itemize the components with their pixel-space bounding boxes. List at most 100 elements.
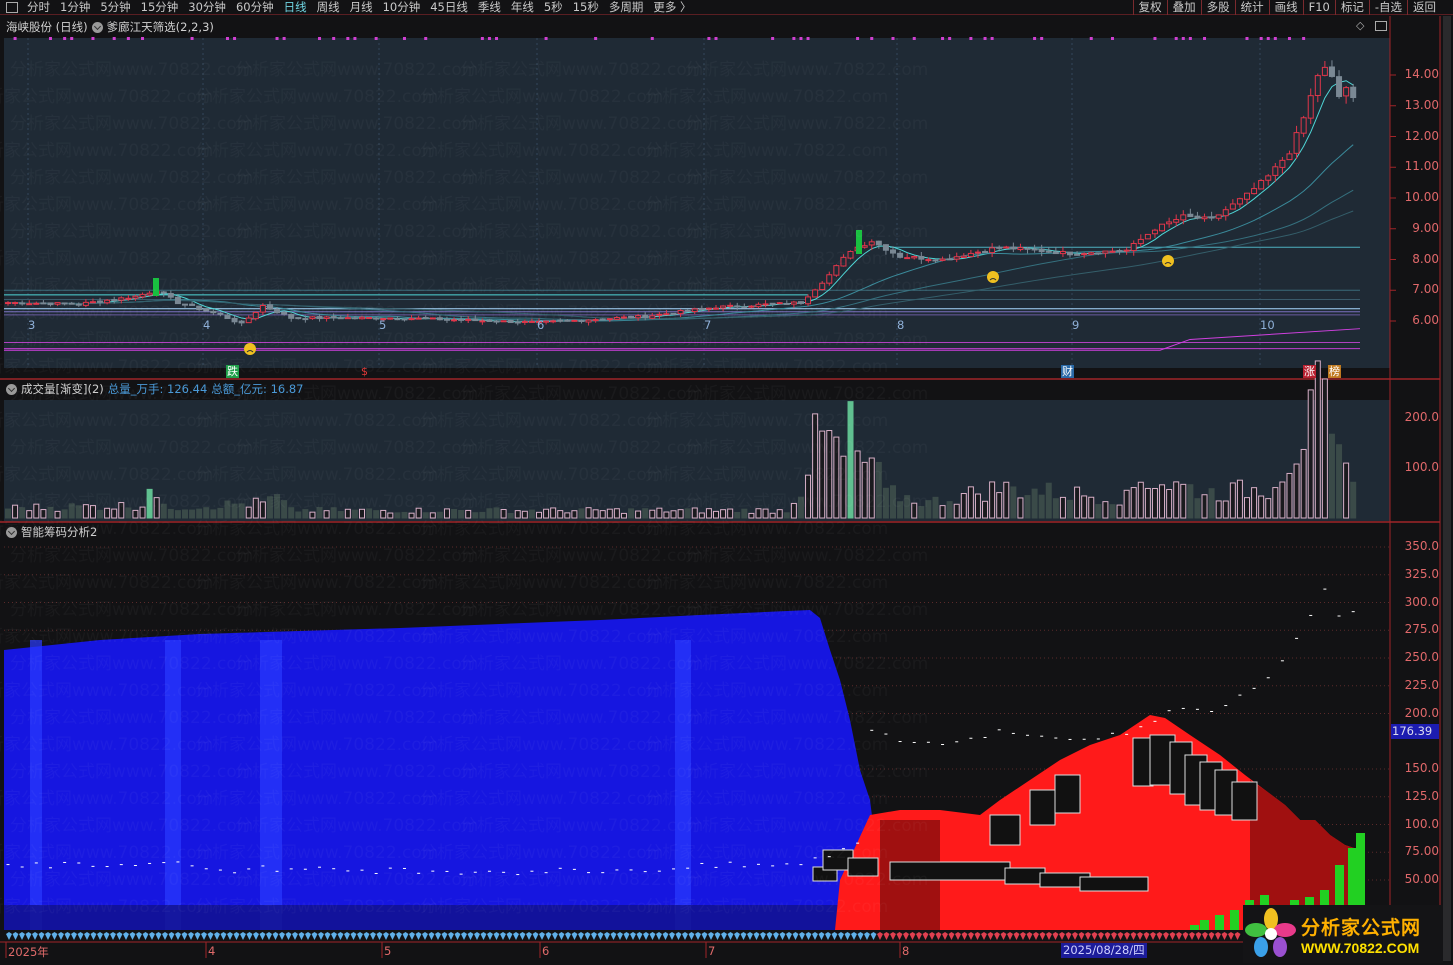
volume-bar[interactable] — [628, 508, 635, 519]
candle[interactable] — [26, 303, 33, 306]
volume-bar[interactable] — [564, 512, 571, 519]
candle[interactable] — [1166, 221, 1173, 225]
volume-bar[interactable] — [649, 509, 656, 519]
candle[interactable] — [281, 311, 288, 315]
volume-bar[interactable] — [61, 509, 68, 519]
volume-bar[interactable] — [330, 507, 337, 519]
volume-bar[interactable] — [1272, 487, 1279, 519]
volume-bar[interactable] — [613, 508, 620, 519]
volume-bar[interactable] — [1187, 484, 1194, 519]
candle[interactable] — [564, 319, 571, 322]
candle[interactable] — [1293, 132, 1300, 154]
volume-bar[interactable] — [1052, 498, 1059, 519]
volume-bar[interactable] — [528, 509, 535, 519]
candle[interactable] — [571, 319, 578, 322]
candle[interactable] — [1144, 233, 1151, 240]
volume-bar[interactable] — [26, 510, 33, 519]
candle[interactable] — [642, 314, 649, 319]
candle[interactable] — [713, 307, 719, 310]
candle[interactable] — [932, 259, 939, 262]
chip-menu-icon[interactable] — [6, 526, 17, 538]
candle[interactable] — [443, 318, 450, 321]
volume-bar[interactable] — [203, 507, 210, 519]
candle[interactable] — [295, 317, 302, 320]
candle[interactable] — [1236, 198, 1243, 205]
candle[interactable] — [960, 255, 967, 258]
candle[interactable] — [189, 303, 196, 306]
candle[interactable] — [769, 302, 776, 305]
volume-bar[interactable] — [847, 401, 854, 519]
volume-bar[interactable] — [578, 508, 585, 519]
volume-bar[interactable] — [698, 512, 705, 519]
volume-bar[interactable] — [394, 512, 401, 519]
volume-bar[interactable] — [826, 430, 833, 519]
candle[interactable] — [1116, 250, 1123, 253]
volume-bar[interactable] — [68, 503, 75, 519]
candle[interactable] — [1222, 209, 1229, 217]
candle[interactable] — [174, 296, 181, 305]
volume-bar[interactable] — [1137, 481, 1144, 519]
candle[interactable] — [89, 301, 96, 304]
volume-bar[interactable] — [1081, 495, 1088, 519]
volume-bar[interactable] — [1328, 433, 1335, 519]
candle[interactable] — [238, 320, 245, 324]
candle[interactable] — [1314, 75, 1321, 96]
candle[interactable] — [252, 311, 259, 320]
volume-bar[interactable] — [932, 496, 939, 519]
candle[interactable] — [776, 302, 783, 305]
candle[interactable] — [663, 313, 670, 316]
volume-bar[interactable] — [748, 512, 755, 519]
candle[interactable] — [1038, 248, 1045, 253]
candle[interactable] — [1265, 175, 1272, 181]
candle[interactable] — [613, 317, 620, 320]
candle[interactable] — [1003, 246, 1010, 249]
candle[interactable] — [585, 319, 592, 323]
volume-bar[interactable] — [210, 509, 217, 519]
volume-bar[interactable] — [939, 505, 946, 519]
candle[interactable] — [274, 309, 281, 314]
volume-bar[interactable] — [1265, 498, 1272, 519]
volume-bar[interactable] — [245, 506, 252, 519]
candle[interactable] — [967, 252, 974, 258]
volume-bar[interactable] — [1151, 488, 1158, 519]
candle[interactable] — [500, 320, 507, 323]
candle[interactable] — [1300, 117, 1307, 134]
candle[interactable] — [12, 302, 19, 305]
candle[interactable] — [337, 317, 344, 320]
volume-bar[interactable] — [1031, 488, 1038, 519]
volume-bar[interactable] — [1350, 481, 1357, 519]
candle[interactable] — [472, 318, 479, 322]
candle[interactable] — [996, 246, 1003, 249]
volume-bar[interactable] — [1194, 498, 1201, 519]
candle[interactable] — [684, 309, 691, 312]
candle[interactable] — [649, 315, 656, 319]
candle[interactable] — [861, 245, 868, 248]
volume-bar[interactable] — [507, 512, 514, 519]
candle[interactable] — [1173, 219, 1180, 223]
candle[interactable] — [245, 317, 252, 324]
candle[interactable] — [160, 291, 167, 294]
volume-bar[interactable] — [946, 501, 953, 519]
candle[interactable] — [351, 317, 358, 320]
volume-bar[interactable] — [982, 500, 989, 519]
volume-bar[interactable] — [359, 508, 365, 519]
volume-bar[interactable] — [259, 501, 266, 519]
volume-bar[interactable] — [1222, 500, 1229, 519]
candle[interactable] — [1095, 252, 1102, 255]
volume-bar[interactable] — [557, 510, 564, 519]
volume-bar[interactable] — [868, 457, 875, 519]
volume-bar[interactable] — [196, 508, 203, 519]
candle[interactable] — [82, 301, 89, 306]
volume-bar[interactable] — [918, 506, 925, 519]
volume-bar[interactable] — [797, 496, 804, 519]
volume-bar[interactable] — [1045, 482, 1052, 519]
volume-bar[interactable] — [1109, 504, 1116, 519]
candle[interactable] — [819, 282, 826, 291]
volume-bar[interactable] — [897, 501, 904, 519]
volume-bar[interactable] — [805, 474, 812, 519]
volume-bar[interactable] — [1208, 488, 1215, 519]
volume-bar[interactable] — [19, 507, 26, 519]
candle[interactable] — [19, 302, 26, 305]
volume-bar[interactable] — [812, 413, 819, 519]
candle[interactable] — [606, 318, 613, 321]
